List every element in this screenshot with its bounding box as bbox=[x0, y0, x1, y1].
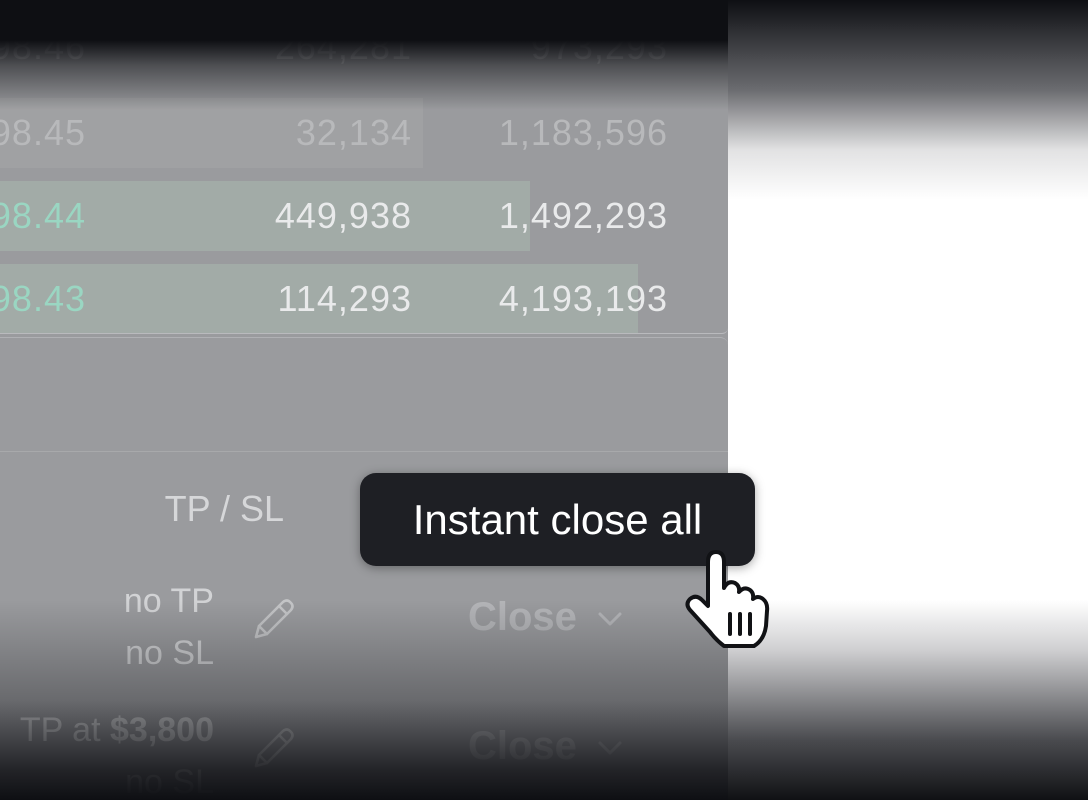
tpsl-column-header: TP / SL bbox=[164, 488, 284, 529]
pencil-icon[interactable] bbox=[248, 593, 300, 645]
tp-value: $3,800 bbox=[110, 711, 214, 749]
orderbook-price: 98.46 bbox=[0, 26, 86, 67]
orderbook-price: 98.44 bbox=[0, 195, 86, 236]
orderbook-total: 973,293 bbox=[530, 26, 668, 67]
orderbook-size: 32,134 bbox=[295, 112, 412, 153]
orderbook-size: 264,281 bbox=[274, 26, 412, 67]
orderbook-size: 114,293 bbox=[277, 278, 412, 319]
chevron-down-icon bbox=[598, 741, 622, 755]
tpsl-value: no TP no SL bbox=[124, 575, 214, 679]
tpsl-value: TP at $3,800 no SL bbox=[20, 704, 214, 800]
chevron-down-icon bbox=[598, 612, 622, 626]
orderbook-row[interactable]: 98.46 264,281 973,293 bbox=[0, 12, 728, 82]
close-label: Close bbox=[468, 724, 577, 768]
right-background bbox=[728, 0, 1088, 800]
sl-text: no SL bbox=[125, 634, 214, 672]
orderbook-total: 1,492,293 bbox=[498, 195, 668, 236]
tp-text: no TP bbox=[123, 582, 214, 620]
trading-app: 98.46 264,281 973,293 98.45 32,134 1,183… bbox=[0, 0, 728, 800]
tp-prefix: TP at bbox=[19, 711, 101, 749]
hand-pointer-icon bbox=[685, 550, 770, 648]
close-label: Close bbox=[468, 595, 577, 639]
orderbook-total: 1,183,596 bbox=[498, 112, 668, 153]
panel-divider bbox=[0, 451, 728, 452]
orderbook-price: 98.43 bbox=[0, 278, 86, 319]
close-position-button[interactable]: Close bbox=[468, 724, 625, 769]
pencil-icon[interactable] bbox=[248, 722, 300, 774]
orderbook-row[interactable]: 98.45 32,134 1,183,596 bbox=[0, 98, 728, 168]
tp-text: TP at $3,800 bbox=[20, 704, 214, 756]
position-row: TP at $3,800 no SL Close bbox=[0, 704, 728, 800]
sl-text: no SL bbox=[125, 763, 214, 800]
orderbook-size: 449,938 bbox=[274, 195, 412, 236]
orderbook-row[interactable]: 98.44 449,938 1,492,293 bbox=[0, 181, 728, 251]
positions-panel: TP / SL no TP no SL Close TP at $3,800 n… bbox=[0, 337, 728, 800]
close-position-button[interactable]: Close bbox=[468, 595, 625, 640]
orderbook: 98.46 264,281 973,293 98.45 32,134 1,183… bbox=[0, 0, 728, 334]
orderbook-row[interactable]: 98.43 114,293 4,193,193 bbox=[0, 264, 728, 333]
orderbook-total: 4,193,193 bbox=[498, 278, 668, 319]
orderbook-price: 98.45 bbox=[0, 112, 86, 153]
position-row: no TP no SL Close bbox=[0, 575, 728, 685]
